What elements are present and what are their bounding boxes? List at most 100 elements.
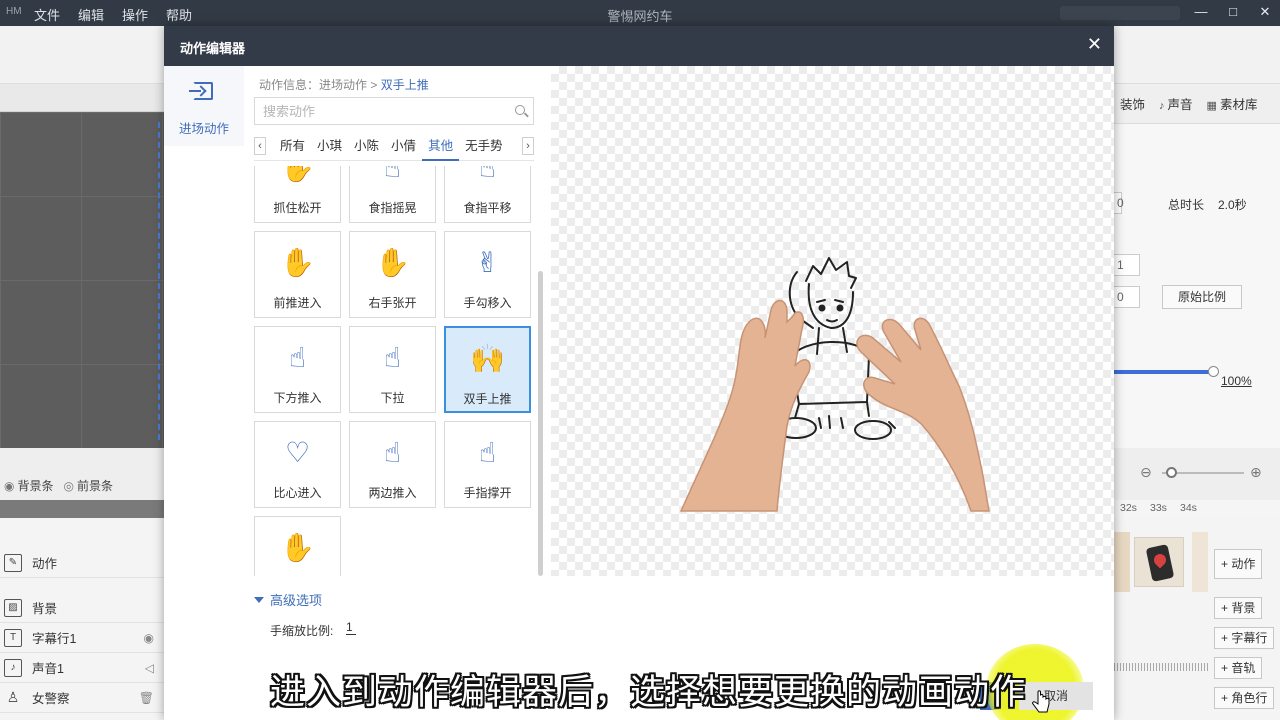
action-label: 食指摇晃: [368, 201, 417, 215]
app-titlebar: HM 文件 编辑 操作 帮助 警惕网约车 — □ ✕: [0, 0, 1280, 26]
dialog-close-button[interactable]: ✕: [1087, 34, 1102, 55]
tab-decoration[interactable]: 装饰: [1120, 94, 1145, 113]
action-item[interactable]: ✋: [254, 516, 341, 576]
opacity-slider-track[interactable]: [1114, 370, 1212, 374]
grid-icon: ▦: [1206, 100, 1217, 112]
track-character[interactable]: ♙ 女警察 🗑: [0, 683, 164, 713]
cancel-button[interactable]: 取消: [1019, 682, 1093, 710]
text-track-icon: T: [4, 628, 22, 647]
menu-edit[interactable]: 编辑: [78, 5, 104, 24]
action-item[interactable]: ✋ 抓住松开: [254, 166, 341, 223]
action-item-selected[interactable]: 🙌 双手上推: [444, 326, 531, 413]
hand-open-icon: ✋: [375, 247, 410, 278]
finger-move-icon: ☝: [478, 166, 497, 183]
action-label: 下拉: [380, 391, 405, 405]
action-list-column: 动作信息：进场动作 > 双手上推 ‹ 所有 小琪 小陈 小倩 其他 无手势 › …: [244, 66, 550, 576]
zoom-in-icon[interactable]: ⊕: [1250, 464, 1262, 481]
tab-xiaochen[interactable]: 小陈: [348, 133, 385, 161]
hand-hook-icon: ✌: [475, 247, 500, 278]
timeline-ruler: 32s 33s 34s: [1114, 500, 1280, 518]
tab-sound[interactable]: ♪ 声音: [1159, 94, 1193, 113]
category-entrance-action[interactable]: 进场动作: [164, 66, 244, 146]
hand-scale-input[interactable]: 1: [346, 620, 356, 635]
track-audio[interactable]: ♪ 声音1 ◁: [0, 653, 164, 683]
action-cells: ✋ 抓住松开 ☝ 食指摇晃 ☝ 食指平移 ✋ 前推进入 ✋ 右手张开 ✌ 手勾移入 ☝ 下方推…: [254, 166, 531, 576]
eye-slash-icon: ◎: [63, 479, 74, 493]
tab-library[interactable]: ▦ 素材库: [1207, 94, 1258, 113]
hand-icon: ✋: [280, 532, 315, 563]
action-item[interactable]: ✋ 右手张开: [349, 231, 436, 318]
track-action[interactable]: ✎ 动作: [0, 548, 164, 578]
finger-up-icon: ☝: [288, 342, 307, 373]
scale-x-field[interactable]: 1: [1112, 254, 1140, 276]
ruler-tick: 32s: [1120, 502, 1137, 514]
tab-no-gesture[interactable]: 无手势: [459, 133, 509, 161]
action-label: 比心进入: [273, 486, 322, 500]
add-character-row-button[interactable]: + 角色行: [1214, 687, 1275, 709]
action-item[interactable]: ☝ 手指撑开: [444, 421, 531, 508]
track-subtitle[interactable]: T 字幕行1 ◉: [0, 623, 164, 653]
action-clip[interactable]: [1114, 532, 1130, 592]
add-action-button[interactable]: + 动作: [1214, 549, 1263, 579]
add-audio-track-button[interactable]: + 音轨: [1214, 657, 1263, 679]
stage-canvas[interactable]: [0, 112, 164, 448]
menu-action[interactable]: 操作: [122, 5, 148, 24]
search-icon[interactable]: [515, 105, 525, 115]
search-box: [254, 97, 534, 125]
action-item[interactable]: ✋ 前推进入: [254, 231, 341, 318]
breadcrumb-current: 双手上推: [380, 78, 429, 92]
zoom-out-icon[interactable]: ⊖: [1140, 464, 1152, 481]
window-close-button[interactable]: ✕: [1258, 4, 1272, 20]
action-item[interactable]: ✌ 手勾移入: [444, 231, 531, 318]
add-subtitle-row-button[interactable]: + 字幕行: [1214, 627, 1275, 649]
action-label: 食指平移: [463, 201, 512, 215]
layer-toggles: ◉ 背景条 ◎ 前景条: [4, 477, 113, 494]
finger-side-icon: ☝: [383, 437, 402, 468]
ruler-tick: 33s: [1150, 502, 1167, 514]
menu-file[interactable]: 文件: [34, 5, 60, 24]
filter-tabs: ‹ 所有 小琪 小陈 小倩 其他 无手势 ›: [254, 133, 534, 161]
trash-icon[interactable]: 🗑: [139, 691, 154, 705]
action-item[interactable]: ☝ 两边推入: [349, 421, 436, 508]
tab-all[interactable]: 所有: [274, 133, 311, 161]
filter-tab-list: 所有 小琪 小陈 小倩 其他 无手势: [274, 133, 509, 161]
speaker-icon[interactable]: ◁: [145, 661, 154, 675]
property-tabs: 装饰 ♪ 声音 ▦ 素材库: [1114, 84, 1280, 124]
tab-xiaoqi[interactable]: 小琪: [311, 133, 348, 161]
zoom-handle[interactable]: [1166, 467, 1177, 478]
action-item[interactable]: ☝ 下拉: [349, 326, 436, 413]
opacity-slider-handle[interactable]: [1208, 366, 1219, 377]
action-item[interactable]: ♡ 比心进入: [254, 421, 341, 508]
action-clip-thumbnail[interactable]: [1134, 537, 1184, 587]
track-background[interactable]: ▨ 背景: [0, 593, 164, 623]
tabs-prev-arrow[interactable]: ‹: [254, 137, 266, 155]
breadcrumb-prefix: 动作信息：进场动作 >: [259, 78, 378, 92]
action-list-scrollbar[interactable]: [538, 271, 543, 576]
finger-down-icon: ☝: [383, 342, 402, 373]
dialog-footer: 高级选项 手缩放比例: 1 确定 取消 进入到动作编辑器后，选择想要更换的动画动…: [244, 576, 1114, 720]
maximize-button[interactable]: □: [1226, 4, 1240, 20]
action-clip[interactable]: [1192, 532, 1208, 592]
add-background-button[interactable]: + 背景: [1214, 597, 1263, 619]
menu-help[interactable]: 帮助: [166, 5, 192, 24]
action-item[interactable]: ☝ 食指摇晃: [349, 166, 436, 223]
tab-other[interactable]: 其他: [422, 133, 460, 161]
advanced-options-toggle[interactable]: 高级选项: [254, 590, 322, 609]
action-item[interactable]: ☝ 食指平移: [444, 166, 531, 223]
eye-icon[interactable]: ◉: [144, 631, 154, 645]
search-input[interactable]: [255, 98, 495, 124]
tab-xiaoqian[interactable]: 小倩: [385, 133, 422, 161]
enter-icon: [189, 82, 213, 100]
background-layer-toggle[interactable]: ◉ 背景条: [4, 477, 54, 494]
pointer-cursor-icon: [1032, 690, 1050, 713]
dialog-header: 动作编辑器 ✕: [164, 26, 1114, 66]
original-ratio-button[interactable]: 原始比例: [1162, 285, 1242, 309]
scale-y-field[interactable]: 0: [1112, 286, 1140, 308]
hand-grab-icon: ✋: [280, 166, 315, 183]
action-label: 右手张开: [368, 296, 417, 310]
video-caption: 进入到动作编辑器后，选择想要更换的动画动作: [270, 673, 1027, 712]
action-item[interactable]: ☝ 下方推入: [254, 326, 341, 413]
minimize-button[interactable]: —: [1194, 4, 1208, 20]
foreground-layer-toggle[interactable]: ◎ 前景条: [64, 477, 114, 494]
tabs-next-arrow[interactable]: ›: [522, 137, 534, 155]
